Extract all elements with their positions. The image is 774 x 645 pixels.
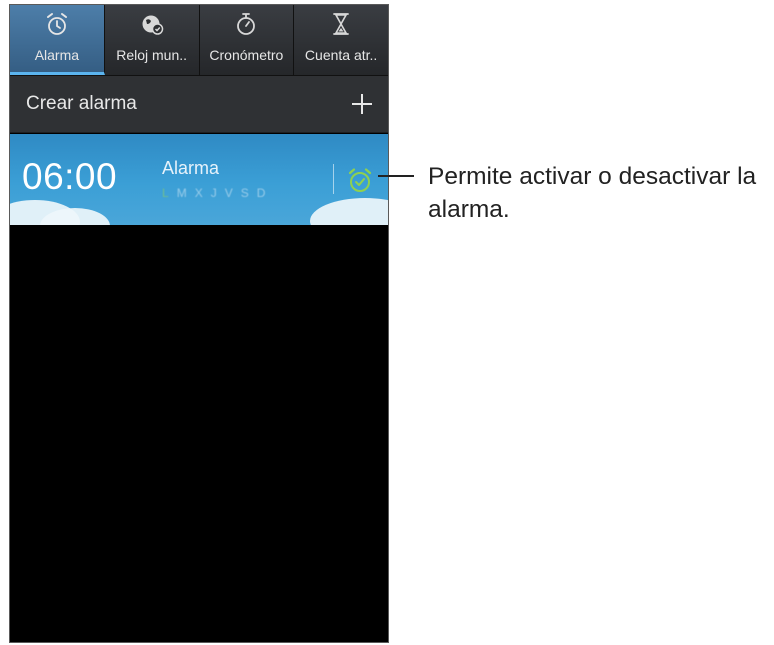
tab-label: Cuenta atr..	[304, 47, 378, 63]
divider	[333, 164, 334, 194]
alarm-days: L M X J V S D	[162, 186, 265, 200]
alarm-toggle-icon[interactable]	[346, 166, 374, 194]
tab-timer[interactable]: Cuenta atr..	[294, 5, 388, 75]
create-alarm-label: Crear alarma	[26, 93, 137, 114]
tab-label: Reloj mun..	[116, 47, 188, 63]
day-label: L	[162, 186, 169, 200]
alarm-clock-icon	[46, 13, 67, 35]
day-label: V	[224, 186, 233, 200]
callout-line-1: Permite activar o desactivar la	[428, 163, 757, 190]
stopwatch-icon	[237, 13, 256, 35]
tab-label: Alarma	[34, 47, 80, 63]
day-label: M	[176, 186, 187, 200]
tab-label: Cronómetro	[209, 47, 284, 63]
phone-screen: Alarma Reloj mun.. Cronómetro Cuenta atr…	[9, 4, 389, 643]
tab-stopwatch[interactable]: Cronómetro	[200, 5, 295, 75]
callout-text: Permite activar o desactivar la alarma.	[428, 160, 774, 226]
callout-line-2: alarma.	[428, 196, 510, 223]
callout-line	[378, 175, 414, 177]
hourglass-icon	[333, 13, 350, 35]
tab-bar: Alarma Reloj mun.. Cronómetro Cuenta atr…	[10, 5, 388, 76]
day-label: J	[210, 186, 217, 200]
create-alarm-row[interactable]: Crear alarma	[10, 76, 388, 133]
tab-world-clock[interactable]: Reloj mun..	[105, 5, 200, 75]
cloud-decoration	[310, 198, 388, 225]
day-label: D	[256, 186, 266, 200]
alarm-name: Alarma	[162, 158, 220, 178]
alarm-list-item[interactable]: 06:00 Alarma L M X J V S D	[10, 134, 388, 225]
world-clock-icon	[142, 15, 163, 35]
plus-icon[interactable]	[350, 92, 374, 116]
day-label: X	[194, 186, 203, 200]
day-label: S	[240, 186, 249, 200]
alarm-time: 06:00	[22, 156, 118, 197]
tab-alarm[interactable]: Alarma	[10, 5, 105, 75]
